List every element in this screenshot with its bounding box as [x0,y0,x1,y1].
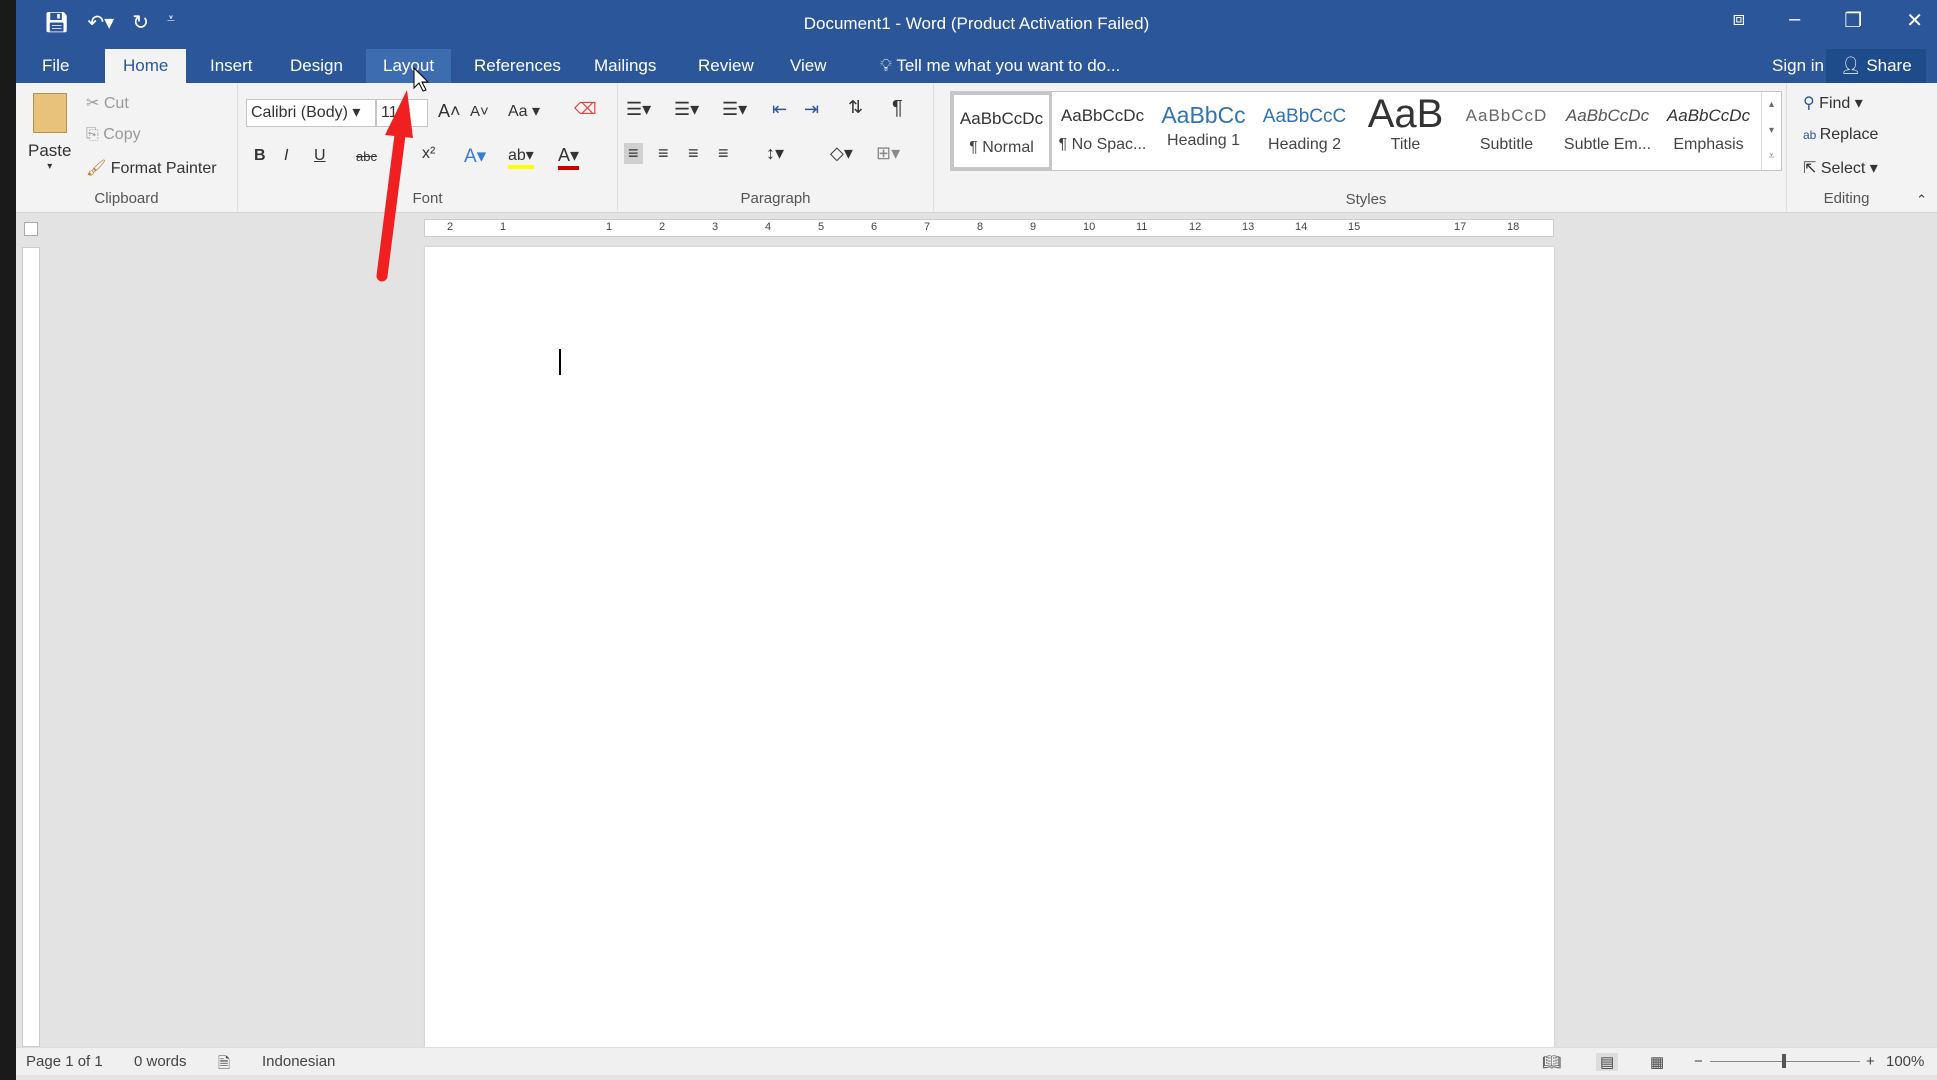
annotation-arrow [376,66,430,282]
mouse-pointer-icon [413,66,430,92]
